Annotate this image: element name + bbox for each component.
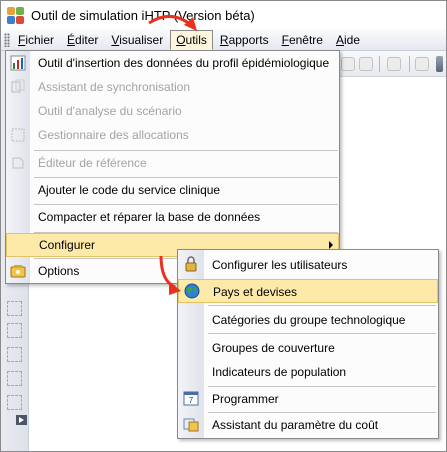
allocation-icon [11, 128, 25, 142]
submenu-item-label: Groupes de couverture [212, 341, 335, 355]
left-tool-elbow-icon[interactable] [7, 371, 22, 386]
menu-item-label: Outil d'insertion des données du profil … [38, 56, 330, 70]
menu-item-epidemio-profile[interactable]: Outil d'insertion des données du profil … [6, 51, 339, 75]
menu-item-label: Options [38, 264, 80, 278]
toolbar-link-icon[interactable] [387, 57, 401, 71]
menu-fenetre[interactable]: Fenêtre [276, 30, 329, 50]
submenu-item-programmer[interactable]: 7 Programmer [178, 387, 438, 411]
sync-icon [11, 79, 25, 93]
cost-wizard-icon [183, 418, 199, 432]
submenu-item-label: Catégories du groupe technologique [212, 313, 406, 327]
submenu-item-label: Assistant du paramètre du coût [212, 418, 379, 432]
toolbar-print-icon[interactable] [415, 57, 429, 71]
toolbar-separator [409, 56, 410, 72]
submenu-item-cost-parameter-wizard[interactable]: Assistant du paramètre du coût [178, 413, 438, 437]
menu-item-label: Compacter et réparer la base de données [38, 210, 261, 224]
menu-visualiser[interactable]: Visualiser [105, 30, 169, 50]
left-tool-connector-icon[interactable] [7, 347, 22, 362]
app-window: Outil de simulation iHTP (Version béta) … [0, 0, 447, 452]
menubar-grip-icon[interactable] [4, 32, 10, 47]
users-lock-icon [185, 256, 197, 272]
submenu-item-label: Configurer les utilisateurs [212, 258, 348, 272]
submenu-arrow-icon [329, 241, 333, 249]
menu-item-label: Ajouter le code du service clinique [38, 183, 221, 197]
toolbar-redo-icon[interactable] [359, 57, 373, 71]
configurer-submenu: Configurer les utilisateurs Pays et devi… [177, 249, 439, 439]
menu-item-scenario-analysis: Outil d'analyse du scénario [6, 99, 339, 123]
menu-item-allocation-manager: Gestionnaire des allocations [6, 123, 339, 147]
menu-item-reference-editor: Éditeur de référence [6, 151, 339, 175]
menu-rapports[interactable]: Rapports [214, 30, 275, 50]
toolbar-overflow-handle[interactable] [436, 56, 443, 72]
submenu-item-label: Indicateurs de population [212, 365, 347, 379]
main-toolbar [339, 51, 446, 77]
app-logo-icon [6, 5, 26, 25]
menu-bar: Fichier Éditer Visualiser Outils Rapport… [1, 29, 446, 51]
chart-icon [10, 55, 26, 71]
submenu-separator [208, 305, 436, 306]
toolbar-undo-icon[interactable] [341, 57, 355, 71]
left-toolbar-expand-icon[interactable] [16, 415, 27, 425]
submenu-item-label: Programmer [212, 392, 279, 406]
menu-outils[interactable]: Outils [170, 29, 213, 50]
left-tool-rectangle-icon[interactable] [7, 323, 22, 338]
menu-item-label: Configurer [39, 238, 96, 252]
left-tool-list-icon[interactable] [7, 395, 22, 410]
window-title: Outil de simulation iHTP (Version béta) [31, 7, 255, 23]
toolbar-separator [379, 56, 380, 72]
menu-item-add-clinical-code[interactable]: Ajouter le code du service clinique [6, 178, 339, 202]
menu-fichier[interactable]: Fichier [12, 30, 60, 50]
menu-item-sync-assistant: Assistant de synchronisation [6, 75, 339, 99]
submenu-item-coverage-groups[interactable]: Groupes de couverture [178, 336, 438, 360]
svg-text:7: 7 [189, 396, 194, 405]
title-bar: Outil de simulation iHTP (Version béta) [1, 1, 446, 29]
submenu-separator [208, 333, 436, 334]
menu-item-label: Assistant de synchronisation [38, 80, 191, 94]
globe-icon [184, 283, 200, 299]
submenu-item-countries-currencies[interactable]: Pays et devises [178, 279, 438, 303]
submenu-item-population-indicators[interactable]: Indicateurs de population [178, 360, 438, 384]
menu-item-label: Outil d'analyse du scénario [38, 104, 182, 118]
menu-aide[interactable]: Aide [330, 30, 366, 50]
menu-editer[interactable]: Éditer [61, 30, 104, 50]
menu-item-label: Gestionnaire des allocations [38, 128, 189, 142]
submenu-item-configure-users[interactable]: Configurer les utilisateurs [178, 253, 438, 277]
calendar-icon: 7 [183, 391, 199, 406]
submenu-item-label: Pays et devises [213, 285, 298, 299]
menu-item-label: Éditeur de référence [38, 156, 147, 170]
menu-item-compact-repair-db[interactable]: Compacter et réparer la base de données [6, 205, 339, 229]
options-icon [10, 265, 26, 278]
left-tool-down-icon[interactable] [7, 301, 22, 316]
submenu-item-tech-group-categories[interactable]: Catégories du groupe technologique [178, 308, 438, 332]
reference-icon [12, 157, 24, 169]
